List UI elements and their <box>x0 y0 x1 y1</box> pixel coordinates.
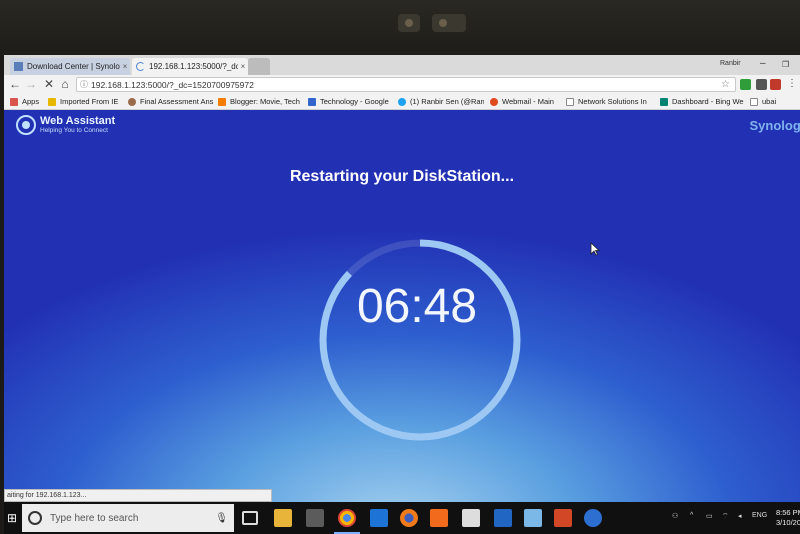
windows-start-icon[interactable]: ⊞ <box>4 502 20 534</box>
loading-spinner-icon <box>136 62 145 71</box>
battery-icon[interactable]: ▭ <box>706 512 713 520</box>
page-title: Restarting your DiskStation... <box>289 168 515 185</box>
countdown-progress-ring <box>319 239 521 441</box>
edge-icon[interactable] <box>370 509 388 527</box>
taskbar-search-box[interactable]: Type here to search 🎙︎ <box>22 504 234 532</box>
extension-icon[interactable] <box>756 79 767 90</box>
countdown-timer: 06:48 <box>356 280 478 333</box>
mail-icon[interactable] <box>462 509 480 527</box>
bookmark-item[interactable]: Blogger: Movie, Tech <box>218 97 304 106</box>
powerpoint-icon[interactable] <box>554 509 572 527</box>
microphone-icon[interactable]: 🎙︎ <box>215 513 228 524</box>
extension-icon[interactable] <box>740 79 751 90</box>
avatar-icon <box>128 97 136 106</box>
clock-date: 3/10/2018 <box>776 518 800 527</box>
network-icon[interactable]: ⌔ <box>722 512 729 521</box>
chrome-icon[interactable] <box>334 509 360 534</box>
omnibox[interactable]: ⓘ 192.168.1.123:5000/?_dc=1520700975972 … <box>76 77 736 92</box>
minimize-icon[interactable]: – <box>760 58 766 69</box>
tray-chevron-icon[interactable]: ^ <box>690 512 693 519</box>
people-icon[interactable]: ⚇ <box>672 512 678 520</box>
address-bar: ← → ✕ ⌂ ⓘ 192.168.1.123:5000/?_dc=152070… <box>4 75 800 95</box>
new-tab-button[interactable] <box>248 58 270 75</box>
page-icon <box>566 97 574 106</box>
bing-icon <box>660 97 668 106</box>
close-tab-icon[interactable]: × <box>120 62 130 71</box>
synology-brand: Synology <box>749 118 800 133</box>
bookmark-item[interactable]: Final Assessment Ans <box>128 97 214 106</box>
web-assistant-logo: Web Assistant Helping You to Connect <box>16 115 115 135</box>
outlook-icon[interactable] <box>494 509 512 527</box>
logo-subtitle: Helping You to Connect <box>40 126 108 134</box>
url-text[interactable]: 192.168.1.123:5000/?_dc=1520700975972 <box>91 80 721 90</box>
search-placeholder: Type here to search <box>50 512 139 524</box>
bookmarks-bar: Apps Imported From IE Final Assessment A… <box>4 95 800 110</box>
cortana-icon <box>28 511 42 525</box>
avast-icon[interactable] <box>430 509 448 527</box>
twitter-icon <box>398 97 406 106</box>
tab-title: 192.168.1.123:5000/?_dc=152 <box>149 62 238 71</box>
tab-web-assistant[interactable]: 192.168.1.123:5000/?_dc=152 × <box>132 58 248 75</box>
bookmark-item[interactable]: Technology - Google <box>308 97 392 106</box>
blogger-icon <box>218 97 226 106</box>
webcam <box>398 14 420 32</box>
mouse-pointer-icon <box>590 242 600 256</box>
tab-title: Download Center | Synology <box>27 62 120 71</box>
file-explorer-icon[interactable] <box>274 509 292 527</box>
home-icon[interactable]: ⌂ <box>58 77 72 91</box>
page-icon <box>750 97 758 106</box>
menu-kebab-icon[interactable]: ⋮ <box>787 78 797 89</box>
tab-download-center[interactable]: Download Center | Synology × <box>10 58 130 75</box>
store-icon[interactable] <box>306 509 324 527</box>
stop-loading-icon[interactable]: ✕ <box>42 77 56 91</box>
bookmark-item[interactable]: (1) Ranbir Sen (@Ran <box>398 97 484 106</box>
taskbar-clock[interactable]: 8:56 PM 3/10/2018 <box>776 508 800 528</box>
volume-icon[interactable]: ◂ <box>738 512 742 520</box>
folder-icon <box>48 97 56 106</box>
firefox-icon[interactable] <box>400 509 418 527</box>
webmail-icon <box>490 97 498 106</box>
bookmark-item[interactable]: Network Solutions In <box>566 97 654 106</box>
notes-icon[interactable] <box>524 509 542 527</box>
bookmark-folder[interactable]: Imported From IE <box>48 97 126 106</box>
screen: Download Center | Synology × 192.168.1.1… <box>4 55 800 534</box>
adblock-extension-icon[interactable] <box>770 79 781 90</box>
bookmark-apps[interactable]: Apps <box>10 97 39 106</box>
web-assistant-logo-icon <box>16 115 36 135</box>
tab-strip: Download Center | Synology × 192.168.1.1… <box>4 55 800 75</box>
taskbar: ⊞ Type here to search 🎙︎ ⚇ ^ ▭ ⌔ ◂ ENG 8… <box>4 502 800 534</box>
task-view-icon[interactable] <box>242 511 258 525</box>
web-assistant-page: Web Assistant Helping You to Connect Syn… <box>4 110 800 502</box>
language-indicator[interactable]: ENG <box>752 512 767 519</box>
apps-grid-icon <box>10 97 18 106</box>
clock-time: 8:56 PM <box>776 508 800 517</box>
close-tab-icon[interactable]: × <box>238 62 248 71</box>
logo-title: Web Assistant <box>40 114 116 127</box>
forward-arrow-icon[interactable]: → <box>24 77 38 91</box>
info-icon[interactable]: ⓘ <box>77 79 91 90</box>
bookmark-item[interactable]: Webmail - Main <box>490 97 560 106</box>
profile-name[interactable]: Ranbir <box>720 60 741 67</box>
monitor-bezel <box>0 0 800 57</box>
bookmark-star-icon[interactable]: ☆ <box>721 79 735 90</box>
status-bubble: aiting for 192.168.1.123... <box>4 489 272 502</box>
restore-icon[interactable]: ❐ <box>782 60 789 69</box>
web-assistant-taskbar-icon[interactable] <box>584 509 602 527</box>
bookmark-item[interactable]: ubai <box>750 97 776 106</box>
back-arrow-icon[interactable]: ← <box>8 77 22 91</box>
bookmark-item[interactable]: Dashboard - Bing We <box>660 97 744 106</box>
google-icon <box>308 97 316 106</box>
synology-favicon-icon <box>14 62 23 71</box>
webcam-sensor <box>432 14 466 32</box>
